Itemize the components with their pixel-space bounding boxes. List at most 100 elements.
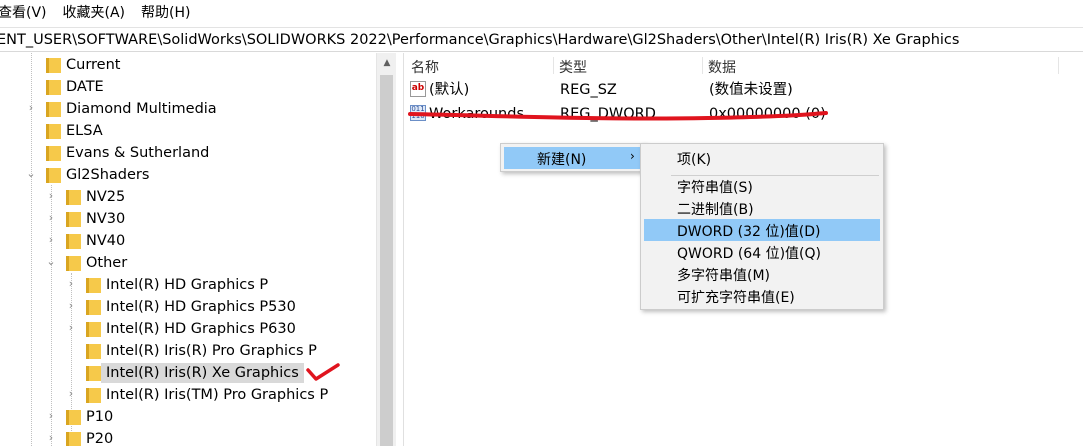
value-data: (数值未设置) xyxy=(709,82,793,98)
folder-icon xyxy=(46,58,61,73)
chevron-right-icon[interactable]: › xyxy=(45,431,57,445)
tree-item-label: Evans & Sutherland xyxy=(66,145,210,161)
tree-item-label: Intel(R) Iris(R) Xe Graphics xyxy=(101,363,304,383)
tree-item-label: Gl2Shaders xyxy=(66,167,150,183)
tree-item-label: NV30 xyxy=(86,211,126,227)
chevron-right-icon[interactable]: › xyxy=(45,233,57,247)
pane-splitter[interactable] xyxy=(396,53,404,446)
menu-bar: 查看(V) 收藏夹(A) 帮助(H) xyxy=(0,0,1083,27)
folder-icon xyxy=(66,190,81,205)
column-divider[interactable] xyxy=(553,57,554,74)
menu-item-string-value[interactable]: 字符串值(S) xyxy=(644,175,880,197)
folder-icon xyxy=(86,300,101,315)
red-strike-annotation xyxy=(408,111,828,121)
chevron-right-icon[interactable]: › xyxy=(65,321,77,335)
chevron-right-icon[interactable]: › xyxy=(45,409,57,423)
tree-item-label: Intel(R) HD Graphics P530 xyxy=(106,299,296,315)
tree-item-date[interactable]: DATE xyxy=(0,76,376,98)
address-path[interactable]: ENT_USER\SOFTWARE\SolidWorks\SOLIDWORKS … xyxy=(0,30,959,50)
tree-item-p20[interactable]: › P20 xyxy=(0,428,376,446)
chevron-right-icon[interactable]: › xyxy=(65,299,77,313)
menu-favorites[interactable]: 收藏夹(A) xyxy=(63,0,126,27)
folder-icon xyxy=(46,146,61,161)
menu-help[interactable]: 帮助(H) xyxy=(141,0,190,27)
address-bar[interactable]: ENT_USER\SOFTWARE\SolidWorks\SOLIDWORKS … xyxy=(0,27,1083,52)
list-row-default[interactable]: ab (默认) REG_SZ (数值未设置) xyxy=(405,79,1083,101)
tree-item-diamond-multimedia[interactable]: › Diamond Multimedia xyxy=(0,98,376,120)
tree-item-iris-tm-pro-graphics-p[interactable]: › Intel(R) Iris(TM) Pro Graphics P xyxy=(0,384,376,406)
column-header-type[interactable]: 类型 xyxy=(559,57,587,77)
folder-icon xyxy=(86,366,101,381)
chevron-right-icon[interactable]: › xyxy=(65,277,77,291)
value-type: REG_SZ xyxy=(560,82,617,98)
tree-item-label: P10 xyxy=(86,409,114,425)
menu-item-label: QWORD (64 位)值(Q) xyxy=(677,246,821,262)
menu-item-binary-value[interactable]: 二进制值(B) xyxy=(644,197,880,219)
folder-icon xyxy=(86,344,101,359)
tree-item-hd-graphics-p[interactable]: › Intel(R) HD Graphics P xyxy=(0,274,376,296)
column-header-name[interactable]: 名称 xyxy=(411,57,439,77)
menu-item-qword-value[interactable]: QWORD (64 位)值(Q) xyxy=(644,241,880,263)
chevron-right-icon[interactable]: › xyxy=(45,189,57,203)
folder-icon xyxy=(86,278,101,293)
tree-item-other[interactable]: ⌄ Other xyxy=(0,252,376,274)
registry-tree: Current DATE › Diamond Multimedia ELSA E… xyxy=(0,53,396,446)
folder-icon xyxy=(46,124,61,139)
tree-item-hd-graphics-p530[interactable]: › Intel(R) HD Graphics P530 xyxy=(0,296,376,318)
tree-item-iris-pro-graphics-p[interactable]: Intel(R) Iris(R) Pro Graphics P xyxy=(0,340,376,362)
tree-item-label: Current xyxy=(66,57,121,73)
folder-icon xyxy=(86,322,101,337)
context-menu: 新建(N) › xyxy=(500,143,646,172)
folder-icon xyxy=(46,80,61,95)
folder-icon xyxy=(46,102,61,117)
tree-item-label: Intel(R) HD Graphics P xyxy=(106,277,269,293)
values-list-header: 名称 类型 数据 xyxy=(405,53,1083,78)
menu-item-dword-value[interactable]: DWORD (32 位)值(D) xyxy=(644,219,880,241)
folder-icon xyxy=(66,234,81,249)
menu-view[interactable]: 查看(V) xyxy=(0,0,47,27)
string-value-icon: ab xyxy=(410,81,426,97)
tree-item-label: DATE xyxy=(66,79,104,95)
menu-item-multi-string-value[interactable]: 多字符串值(M) xyxy=(644,263,880,285)
tree-item-label: NV40 xyxy=(86,233,126,249)
menu-item-label: 字符串值(S) xyxy=(677,180,753,196)
chevron-down-icon[interactable]: ⌄ xyxy=(45,255,57,269)
tree-item-current[interactable]: Current xyxy=(0,54,376,76)
tree-item-label: Other xyxy=(86,255,128,271)
menu-item-label: 可扩充字符串值(E) xyxy=(677,290,795,306)
folder-open-icon xyxy=(46,168,61,183)
tree-item-nv30[interactable]: › NV30 xyxy=(0,208,376,230)
menu-item-expandable-string-value[interactable]: 可扩充字符串值(E) xyxy=(644,285,880,307)
column-divider[interactable] xyxy=(702,57,703,74)
folder-icon xyxy=(86,388,101,403)
menu-item-new[interactable]: 新建(N) › xyxy=(504,147,642,169)
scroll-up-arrow-icon[interactable]: ▲ xyxy=(377,53,397,73)
tree-item-label: P20 xyxy=(86,431,114,446)
tree-item-p10[interactable]: › P10 xyxy=(0,406,376,428)
menu-item-label: 二进制值(B) xyxy=(677,202,754,218)
chevron-right-icon[interactable]: › xyxy=(65,387,77,401)
tree-item-gl2shaders[interactable]: ⌄ Gl2Shaders xyxy=(0,164,376,186)
tree-item-hd-graphics-p630[interactable]: › Intel(R) HD Graphics P630 xyxy=(0,318,376,340)
chevron-down-icon[interactable]: ⌄ xyxy=(25,167,37,181)
menu-item-label: 新建(N) xyxy=(537,152,587,168)
menu-item-label: 项(K) xyxy=(677,152,712,168)
column-header-data[interactable]: 数据 xyxy=(708,57,736,77)
tree-item-nv25[interactable]: › NV25 xyxy=(0,186,376,208)
tree-item-elsa[interactable]: ELSA xyxy=(0,120,376,142)
tree-item-label: NV25 xyxy=(86,189,126,205)
tree-item-nv40[interactable]: › NV40 xyxy=(0,230,376,252)
red-checkmark-annotation xyxy=(306,363,340,381)
menu-item-label: DWORD (32 位)值(D) xyxy=(677,224,821,240)
chevron-right-icon[interactable]: › xyxy=(25,101,37,115)
scroll-thumb[interactable] xyxy=(380,75,393,446)
column-divider[interactable] xyxy=(1058,57,1059,74)
folder-icon xyxy=(66,410,81,425)
chevron-right-icon[interactable]: › xyxy=(45,211,57,225)
tree-item-evans-sutherland[interactable]: Evans & Sutherland xyxy=(0,142,376,164)
menu-item-key[interactable]: 项(K) xyxy=(644,147,880,169)
tree-item-label: Intel(R) Iris(TM) Pro Graphics P xyxy=(106,387,329,403)
tree-item-label: Intel(R) HD Graphics P630 xyxy=(106,321,296,337)
folder-open-icon xyxy=(66,256,81,271)
tree-scrollbar[interactable]: ▲ xyxy=(376,53,396,446)
